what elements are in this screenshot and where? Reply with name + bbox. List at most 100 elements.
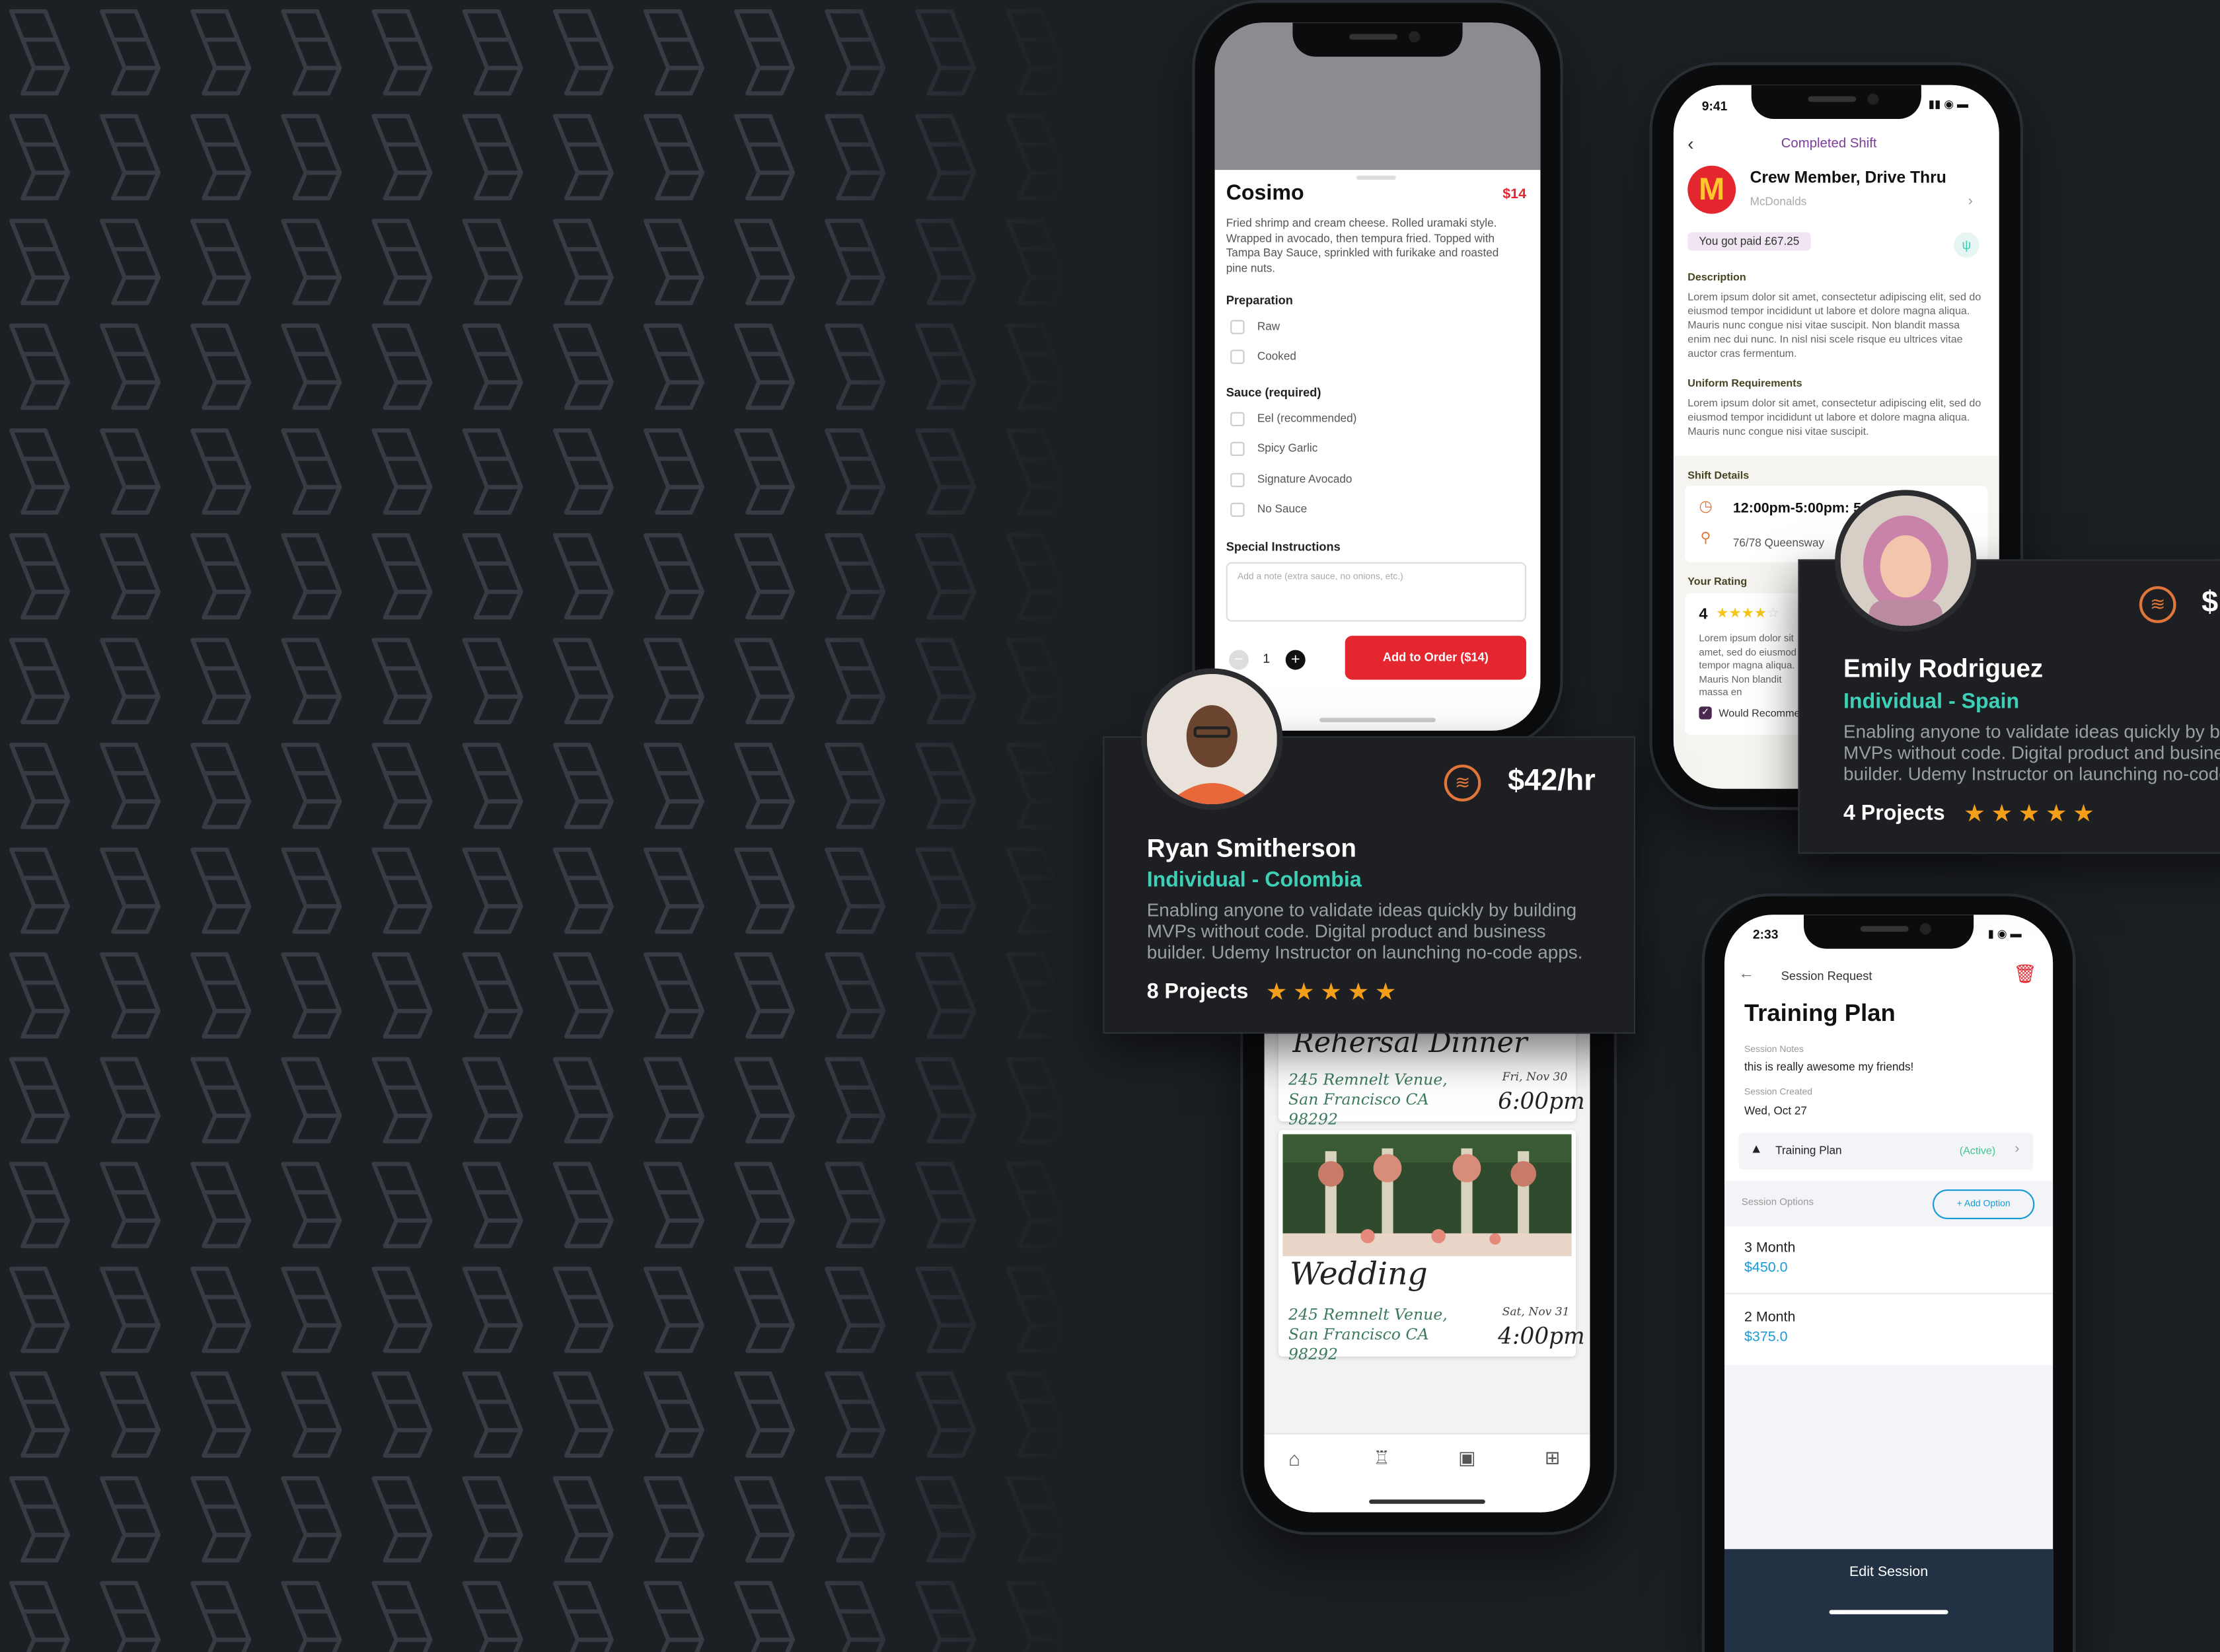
star-icon: ★ — [1991, 800, 2013, 827]
event-time-rehearsal: 6:00pm — [1498, 1087, 1585, 1115]
profile-projects: 4 Projects — [1843, 801, 1945, 826]
profile-bio: Enabling anyone to validate ideas quickl… — [1146, 899, 1583, 963]
status-icons: ▮ ◉ ▬ — [1987, 927, 2022, 940]
rating-value: 4 — [1699, 606, 1708, 623]
mcdonalds-logo: M — [1687, 165, 1736, 214]
star-icon: ★ — [1347, 978, 1370, 1006]
description-label: Description — [1687, 270, 1746, 283]
add-to-order-button[interactable]: Add to Order ($14) — [1345, 636, 1526, 680]
star-icon: ★ — [1320, 978, 1342, 1006]
home-icon[interactable]: ⌂ — [1288, 1447, 1300, 1470]
mountain-icon: ▲ — [1750, 1141, 1763, 1156]
notes-label: Session Notes — [1744, 1045, 1804, 1055]
notes-value: this is really awesome my friends! — [1744, 1061, 1914, 1074]
shift-role: Crew Member, Drive Thru — [1750, 170, 1946, 187]
layers-badge-icon: ≋ — [2139, 586, 2176, 623]
background-pattern — [0, 0, 1076, 1652]
special-instructions-label: Special Instructions — [1226, 539, 1341, 554]
sauce-label: Sauce (required) — [1226, 385, 1321, 400]
preparation-label: Preparation — [1226, 293, 1293, 307]
layers-badge-icon: ≋ — [1444, 765, 1481, 802]
item-price: $14 — [1502, 186, 1526, 203]
star-icon: ★ — [2073, 800, 2094, 827]
option-name-2-month: 2 Month — [1744, 1310, 1796, 1326]
trash-icon[interactable]: 🗑 — [2013, 963, 2036, 985]
profile-name: Emily Rodriguez — [1843, 654, 2044, 683]
checkbox-signature-avocado[interactable] — [1230, 472, 1245, 488]
item-description: Fried shrimp and cream cheese. Rolled ur… — [1226, 216, 1499, 274]
food-icon[interactable]: ψ — [1954, 232, 1980, 258]
back-chevron-icon[interactable]: ‹ — [1687, 133, 1693, 154]
empty-area — [1724, 1365, 2054, 1550]
quantity-minus-button[interactable]: − — [1229, 650, 1249, 670]
calendar-icon[interactable]: ▣ — [1458, 1447, 1475, 1470]
details-label: Shift Details — [1687, 469, 1750, 482]
event-time-wedding: 4:00pm — [1498, 1322, 1585, 1350]
checkbox-cooked[interactable] — [1230, 350, 1245, 364]
special-instructions-input[interactable] — [1226, 562, 1526, 622]
created-value: Wed, Oct 27 — [1744, 1104, 1807, 1117]
shift-company: McDonalds — [1750, 195, 1807, 208]
option-spicy-garlic: Spicy Garlic — [1257, 441, 1318, 455]
profile-rate: $42/hr — [1508, 765, 1596, 798]
edit-session-button[interactable]: Edit Session — [1724, 1549, 2054, 1652]
option-eel: Eel (recommended) — [1257, 412, 1357, 425]
option-cooked: Cooked — [1257, 350, 1296, 363]
paid-badge: You got paid £67.25 — [1687, 232, 1811, 251]
grid-icon[interactable]: ⊞ — [1545, 1447, 1560, 1470]
star-icon: ★ — [1265, 978, 1288, 1006]
toast-icon[interactable]: ♖ — [1374, 1447, 1390, 1470]
shift-hours: 12:00pm-5:00pm: 5 — [1732, 501, 1861, 517]
checkbox-spicy-garlic[interactable] — [1230, 441, 1245, 456]
recommend-checkbox[interactable]: ✓ — [1699, 706, 1712, 720]
session-screen: 2:33 ▮ ◉ ▬ ← Session Request 🗑 Training … — [1724, 915, 2054, 1652]
option-price-2-month: $375.0 — [1744, 1330, 1788, 1345]
profile-subtitle: Individual - Colombia — [1146, 868, 1362, 892]
shift-header: Completed Shift — [1781, 135, 1877, 152]
rating-stars: ★★★★☆ — [1716, 606, 1780, 622]
event-date-wedding: Sat, Nov 31 — [1502, 1305, 1570, 1318]
quantity-plus-button[interactable]: + — [1285, 650, 1306, 670]
avatar-emily[interactable] — [1835, 490, 1977, 632]
plan-name: Training Plan — [1775, 1144, 1842, 1157]
review-text: Lorem ipsum dolor sit amet, sed do eiusm… — [1699, 634, 1797, 698]
phone-notch — [1804, 915, 1974, 949]
profile-rate: $ — [2202, 586, 2219, 619]
drag-handle[interactable] — [1356, 175, 1396, 180]
company-chevron-icon[interactable]: › — [1968, 194, 1973, 210]
checkbox-no-sauce[interactable] — [1230, 502, 1245, 517]
star-icon: ★ — [2018, 800, 2040, 827]
plan-chevron-icon: › — [2015, 1141, 2020, 1157]
quantity-value: 1 — [1263, 651, 1271, 666]
status-icons: ▮▮ ◉ ▬ — [1928, 97, 1969, 111]
special-instructions-placeholder: Add a note (extra sauce, no onions, etc.… — [1237, 572, 1403, 582]
option-price-3-month: $450.0 — [1744, 1260, 1788, 1276]
back-arrow-icon[interactable]: ← — [1738, 965, 1754, 983]
star-icon: ★ — [2045, 800, 2067, 827]
phone-notch — [1751, 85, 1921, 119]
home-indicator — [1369, 1499, 1485, 1504]
profile-name: Ryan Smitherson — [1146, 834, 1356, 862]
home-indicator — [1319, 718, 1436, 722]
star-icon: ★ — [1374, 978, 1397, 1006]
avatar-ryan[interactable] — [1141, 668, 1283, 810]
option-no-sauce: No Sauce — [1257, 502, 1308, 515]
description-text: Lorem ipsum dolor sit amet, consectetur … — [1687, 290, 1981, 360]
checkbox-eel[interactable] — [1230, 412, 1245, 426]
created-label: Session Created — [1744, 1087, 1812, 1098]
phone-notch — [1292, 22, 1463, 57]
uniform-label: Uniform Requirements — [1687, 377, 1802, 390]
rating-label: Your Rating — [1687, 575, 1748, 588]
shift-address: 76/78 Queensway — [1732, 537, 1825, 550]
wedding-photo — [1282, 1134, 1572, 1256]
checkbox-raw[interactable] — [1230, 320, 1245, 334]
add-option-button[interactable]: + Add Option — [1933, 1189, 2035, 1219]
option-raw: Raw — [1257, 320, 1280, 333]
option-name-3-month: 3 Month — [1744, 1240, 1796, 1256]
star-icon: ★ — [1292, 978, 1315, 1006]
event-title-wedding: Wedding — [1290, 1257, 1428, 1293]
option-signature-avocado: Signature Avocado — [1257, 472, 1352, 486]
location-pin-icon: ⚲ — [1700, 531, 1711, 547]
menu-screen: Cosimo $14 Fried shrimp and cream cheese… — [1214, 22, 1541, 731]
session-title: Training Plan — [1744, 999, 1896, 1027]
